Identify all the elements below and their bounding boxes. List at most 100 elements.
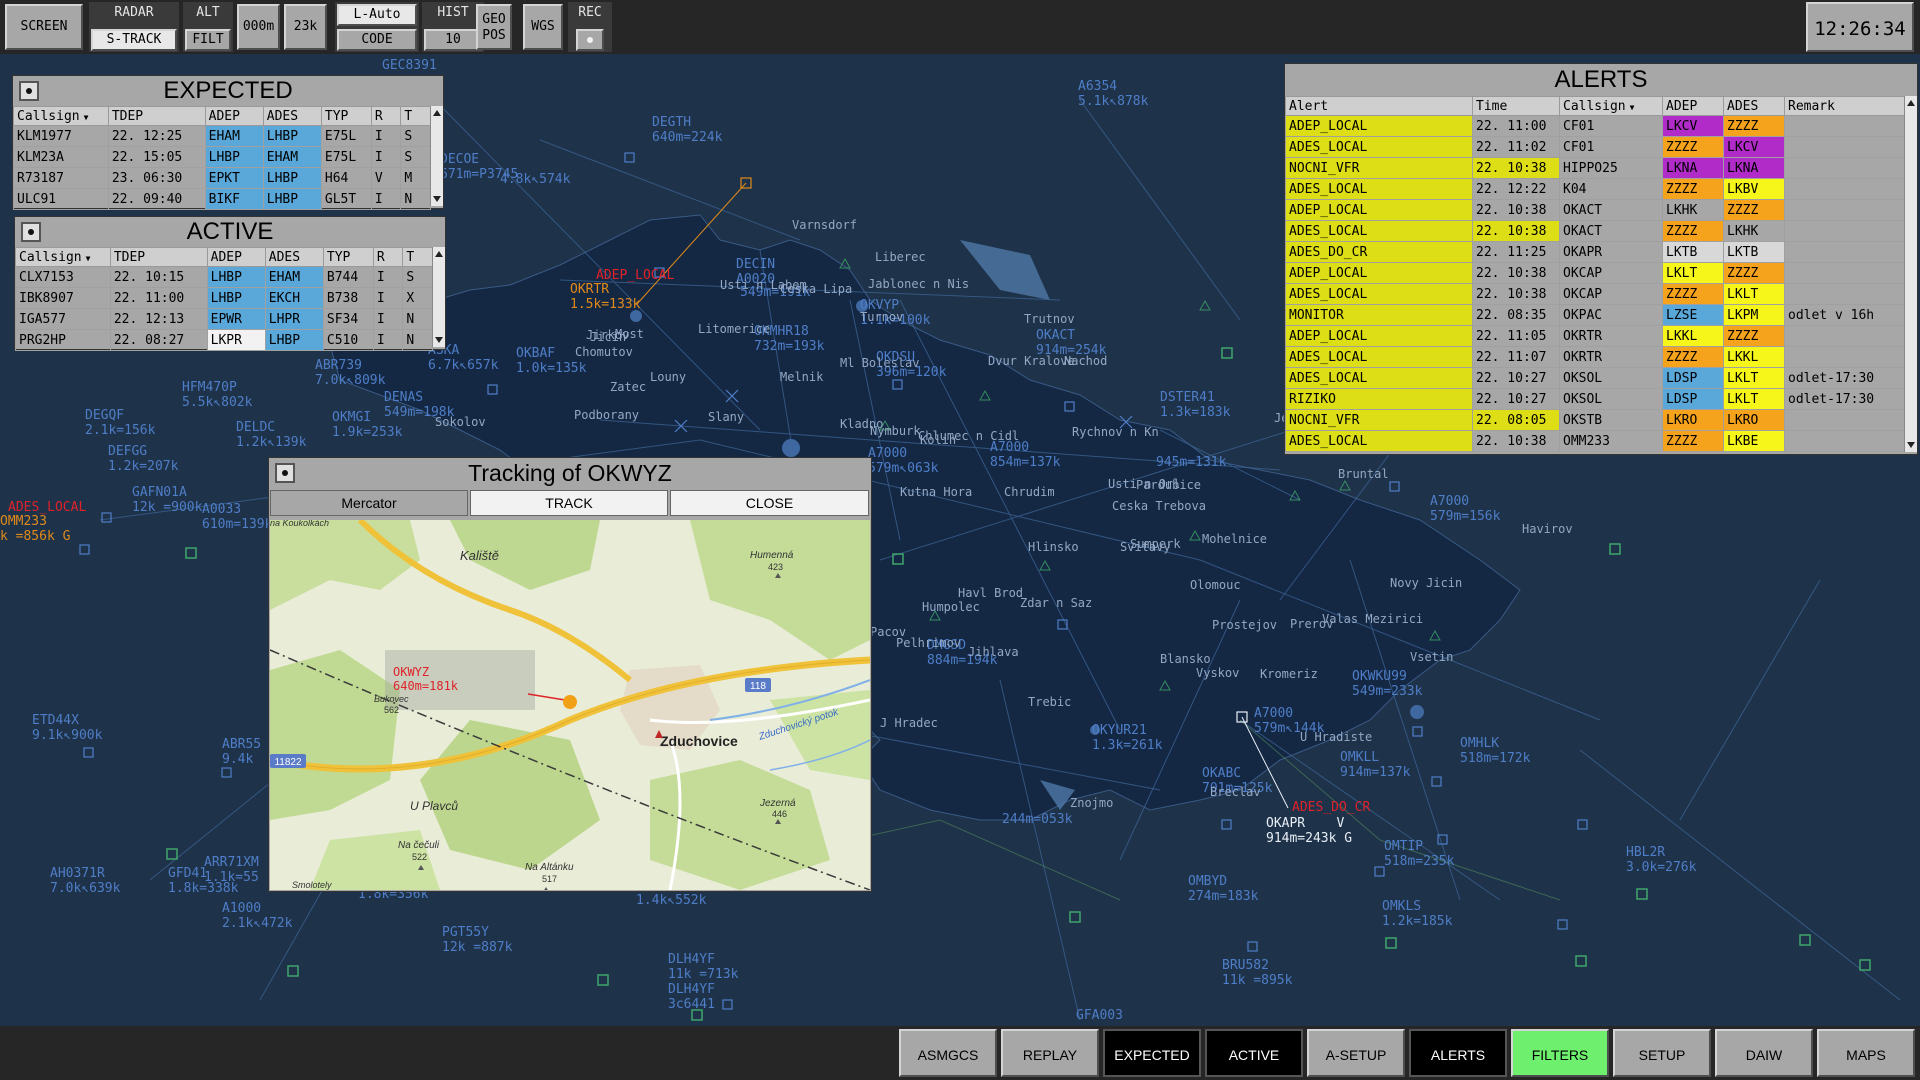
alt-low-button[interactable]: 000m — [237, 4, 280, 50]
track-label[interactable]: OMKLL 914m=137k — [1340, 750, 1410, 780]
track-label[interactable]: A6354 5.1k↖878k — [1078, 79, 1148, 109]
track-label[interactable]: GEC8391 — [382, 58, 437, 73]
track-label[interactable]: GFA003 — [1076, 1008, 1123, 1023]
table-row[interactable]: RIZIKO 22. 10:27 OKSOL LDSP LKLT odlet-17:30 — [1285, 388, 1905, 410]
scroll-up-icon[interactable] — [435, 251, 443, 257]
col-time[interactable]: Time — [1472, 96, 1560, 116]
table-row[interactable]: CLX7153 22. 10:15 LHBP EHAM B744 I S — [15, 266, 433, 288]
active-close-icon[interactable] — [21, 222, 41, 242]
tracking-close-icon[interactable] — [275, 463, 295, 483]
table-row[interactable]: ADES_LOCAL 22. 10:38 OKCAP ZZZZ LKLT — [1285, 283, 1905, 305]
mercator-button[interactable]: Mercator — [270, 490, 468, 516]
track-label[interactable]: ABR55 9.4k — [222, 737, 261, 767]
track-label[interactable]: ADES_LOCAL — [8, 500, 86, 515]
col-t[interactable]: T — [402, 247, 433, 267]
daiw-button[interactable]: DAIW — [1715, 1029, 1813, 1077]
track-label[interactable]: DSTER41 1.3k=183k — [1160, 390, 1230, 420]
alerts-title-bar[interactable]: ALERTS — [1285, 64, 1917, 96]
table-row[interactable]: ULC91 22. 09:40 BIKF LHBP GL5T I N — [13, 188, 431, 210]
track-label[interactable]: HFM470P 5.5k↖802k — [182, 380, 252, 410]
col-ades[interactable]: ADES — [264, 247, 324, 267]
track-label[interactable]: A7000 579m↖063k — [868, 446, 938, 476]
maps-button[interactable]: MAPS — [1817, 1029, 1915, 1077]
track-label[interactable]: AH0371R 7.0k↖639k — [50, 866, 120, 896]
a-setup-button[interactable]: A-SETUP — [1307, 1029, 1405, 1077]
alerts-scrollbar[interactable] — [1904, 96, 1917, 452]
rec-button[interactable] — [576, 29, 604, 51]
table-row[interactable]: ADES_LOCAL 22. 11:02 CF01 ZZZZ LKCV — [1285, 136, 1905, 158]
col-typ[interactable]: TYP — [322, 247, 374, 267]
geopos-button[interactable]: GEO POS — [476, 4, 512, 50]
active-title-bar[interactable]: ACTIVE — [15, 217, 445, 247]
col-adep[interactable]: ADEP — [204, 106, 264, 126]
table-row[interactable]: ADES_LOCAL 22. 10:38 OKACT ZZZZ LKHK — [1285, 220, 1905, 242]
track-label[interactable]: HBL2R 3.0k=276k — [1626, 845, 1696, 875]
expected-button[interactable]: EXPECTED — [1103, 1029, 1201, 1077]
setup-button[interactable]: SETUP — [1613, 1029, 1711, 1077]
hist-value-button[interactable]: 10 — [424, 29, 482, 51]
alt-filter-button[interactable]: FILT — [185, 29, 231, 51]
table-row[interactable]: KLM23A 22. 15:05 LHBP EHAM E75L I S — [13, 146, 431, 168]
code-button[interactable]: CODE — [337, 29, 417, 51]
col-remark[interactable]: Remark — [1784, 96, 1905, 116]
col-t[interactable]: T — [400, 106, 431, 126]
col-callsign[interactable]: Callsign ▼ — [15, 247, 111, 267]
alt-high-button[interactable]: 23k — [284, 4, 327, 50]
track-label[interactable]: GAFN01A 12k =900k — [132, 485, 202, 515]
replay-button[interactable]: REPLAY — [1001, 1029, 1099, 1077]
track-label[interactable]: A0033 610m=139k — [202, 502, 272, 532]
track-label[interactable]: DELDC 1.2k↖139k — [236, 420, 306, 450]
scroll-down-icon[interactable] — [1907, 442, 1915, 448]
radar-mode-button[interactable]: S-TRACK — [91, 29, 177, 51]
track-label[interactable]: 1.4k↖552k — [636, 893, 706, 908]
col-r[interactable]: R — [372, 247, 404, 267]
active-scrollbar[interactable] — [432, 247, 445, 347]
expected-close-icon[interactable] — [19, 81, 39, 101]
active-button[interactable]: ACTIVE — [1205, 1029, 1303, 1077]
track-label[interactable]: OMTIP 518m=235k — [1384, 839, 1454, 869]
asmgcs-button[interactable]: ASMGCS — [899, 1029, 997, 1077]
table-row[interactable]: IBK8907 22. 11:00 LHBP EKCH B738 I X — [15, 287, 433, 309]
col-ades[interactable]: ADES — [262, 106, 322, 126]
expected-title-bar[interactable]: EXPECTED — [13, 76, 443, 106]
alerts-button[interactable]: ALERTS — [1409, 1029, 1507, 1077]
col-callsign[interactable]: Callsign ▼ — [13, 106, 109, 126]
track-label[interactable]: 4.8k↖574k — [500, 172, 570, 187]
track-label[interactable]: OKWKU99 549m=233k — [1352, 669, 1422, 699]
col-callsign[interactable]: Callsign ▼ — [1559, 96, 1663, 116]
table-row[interactable]: IGA577 22. 12:13 EPWR LHPR SF34 I N — [15, 308, 433, 330]
table-row[interactable]: MONITOR 22. 08:35 OKPAC LZSE LKPM odlet v 16h — [1285, 304, 1905, 326]
track-label[interactable]: OKRTR 1.5k=133k — [570, 282, 640, 312]
col-ades[interactable]: ADES — [1723, 96, 1785, 116]
table-row[interactable]: ADEP_LOCAL 22. 10:38 OKCAP LKLT ZZZZ — [1285, 262, 1905, 284]
track-label[interactable]: DLH4YF 3c6441 — [668, 982, 715, 1012]
track-label[interactable]: A7000 854m=137k — [990, 440, 1060, 470]
col-typ[interactable]: TYP — [320, 106, 372, 126]
track-label[interactable]: ABR739 7.0k↖809k — [315, 358, 385, 388]
table-row[interactable]: ADES_DO_CR 22. 11:25 OKAPR LKTB LKTB — [1285, 241, 1905, 263]
table-row[interactable]: R73187 23. 06:30 EPKT LHBP H64 V M — [13, 167, 431, 189]
table-row[interactable]: NOCNI_VFR 22. 10:38 HIPPO25 LKNA LKNA — [1285, 157, 1905, 179]
col-tdep[interactable]: TDEP — [109, 247, 208, 267]
wgs-button[interactable]: WGS — [523, 4, 563, 50]
track-label[interactable]: OMBYD 274m=183k — [1188, 874, 1258, 904]
table-row[interactable]: ADES_LOCAL 22. 11:07 OKRTR ZZZZ LKKL — [1285, 346, 1905, 368]
table-row[interactable]: ADES_LOCAL 22. 12:22 K04 ZZZZ LKBV — [1285, 178, 1905, 200]
track-label[interactable]: ETD44X 9.1k↖900k — [32, 713, 102, 743]
tracking-title-bar[interactable]: Tracking of OKWYZ — [269, 458, 871, 488]
track-label[interactable]: BRU582 11k =895k — [1222, 958, 1292, 988]
track-label[interactable]: A7000 579m=156k — [1430, 494, 1500, 524]
track-label[interactable]: OMKLS 1.2k=185k — [1382, 899, 1452, 929]
col-alert[interactable]: Alert — [1285, 96, 1473, 116]
scroll-down-icon[interactable] — [435, 337, 443, 343]
track-label[interactable]: DEFGG 1.2k=207k — [108, 444, 178, 474]
tracking-map[interactable]: 118 11822 Kaliště Humenná 423 Zduchovice… — [270, 520, 870, 890]
track-label[interactable]: DEGTH 640m=224k — [652, 115, 722, 145]
track-label[interactable]: OMHLK 518m=172k — [1460, 736, 1530, 766]
table-row[interactable]: NOCNI_VFR 22. 08:05 OKSTB LKRO LKRO — [1285, 409, 1905, 431]
expected-scrollbar[interactable] — [430, 106, 443, 206]
track-label[interactable]: PGT55Y 12k =887k — [442, 925, 512, 955]
track-label[interactable]: OKYUR21 1.3k=261k — [1092, 723, 1162, 753]
track-label[interactable]: ADES_DO_CR — [1292, 800, 1370, 815]
table-row[interactable]: ADEP_LOCAL 22. 10:38 OKACT LKHK ZZZZ — [1285, 199, 1905, 221]
